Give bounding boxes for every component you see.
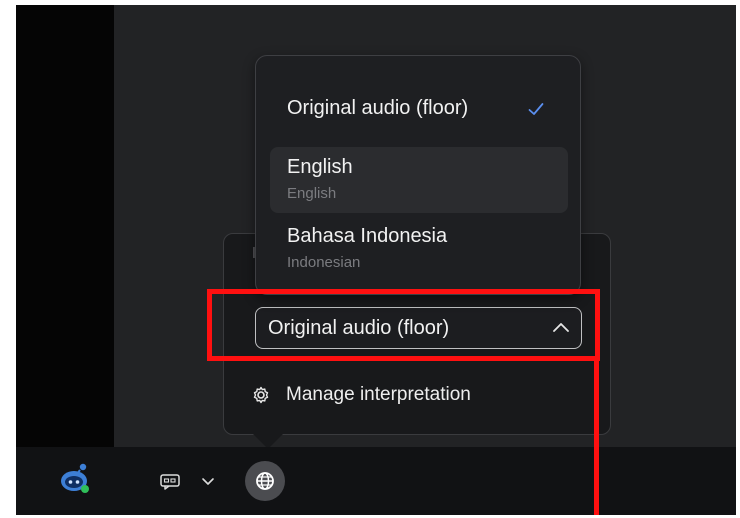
chevron-down-icon[interactable] [201, 473, 215, 487]
globe-icon [256, 472, 274, 490]
meeting-window: l Original audio (floor) Manage interpre… [16, 5, 736, 515]
highlight-connector-line [594, 361, 599, 515]
captions-icon[interactable] [160, 474, 180, 490]
language-interpretation-button[interactable] [245, 461, 285, 501]
manage-interpretation-label: Manage interpretation [286, 384, 471, 405]
audio-language-menu: Original audio (floor) English English B… [255, 55, 581, 295]
manage-interpretation-button[interactable]: Manage interpretation [252, 384, 471, 406]
menu-item-label: English [287, 156, 353, 178]
left-video-strip [16, 5, 114, 447]
gear-icon [252, 386, 270, 404]
assistant-bot-icon[interactable] [58, 461, 92, 495]
menu-item-english[interactable]: English English [270, 147, 568, 213]
menu-item-bahasa-indonesia[interactable]: Bahasa Indonesia Indonesian [270, 224, 568, 284]
menu-item-label: Original audio (floor) [287, 97, 469, 119]
checkmark-icon [528, 102, 544, 116]
meeting-toolbar [16, 447, 736, 515]
menu-item-label: Bahasa Indonesia [287, 225, 448, 247]
menu-item-original-audio[interactable]: Original audio (floor) [270, 96, 568, 128]
highlight-box [207, 289, 600, 361]
menu-item-sublabel: English [287, 185, 337, 202]
menu-item-sublabel: Indonesian [287, 254, 361, 271]
